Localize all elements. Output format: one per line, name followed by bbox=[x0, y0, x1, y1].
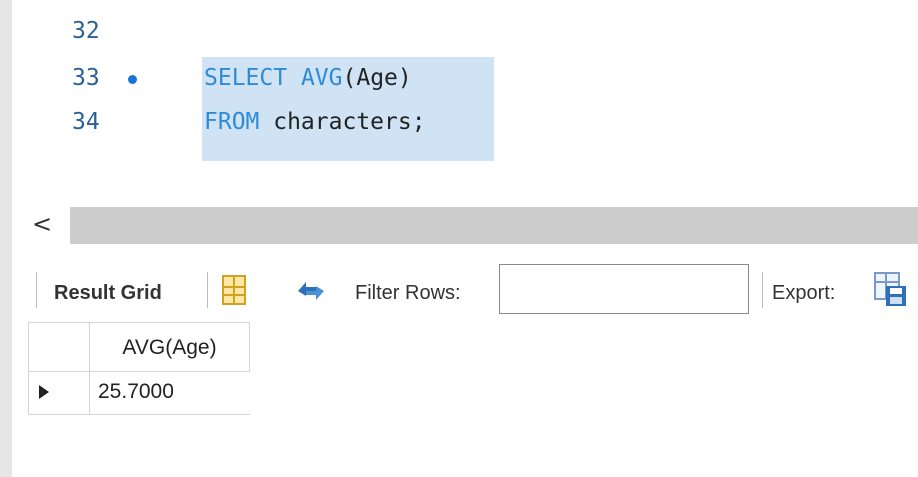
toolbar-separator bbox=[762, 272, 763, 308]
scroll-left-icon[interactable]: < bbox=[32, 210, 52, 238]
grid-icon[interactable] bbox=[222, 275, 246, 305]
filter-rows-label: Filter Rows: bbox=[355, 282, 461, 304]
toolbar-separator bbox=[36, 272, 37, 308]
current-row-icon bbox=[39, 385, 49, 399]
code-text: SELECT AVG(Age) bbox=[204, 65, 412, 91]
row-header[interactable] bbox=[28, 371, 90, 415]
table-cell[interactable]: 25.7000 bbox=[89, 371, 250, 415]
editor-line-33[interactable]: 33 SELECT AVG(Age) bbox=[12, 57, 918, 101]
sql-keyword: FROM bbox=[204, 109, 260, 135]
code-text: FROM characters; bbox=[204, 109, 426, 135]
horizontal-scrollbar[interactable]: < bbox=[12, 207, 918, 244]
result-toolbar: Result Grid Filter Rows: Export: bbox=[12, 262, 918, 320]
line-number: 32 bbox=[72, 18, 100, 44]
grid-corner-cell[interactable] bbox=[28, 322, 90, 372]
filter-rows-input[interactable] bbox=[499, 264, 749, 314]
result-grid-tab[interactable]: Result Grid bbox=[54, 282, 162, 305]
toolbar-separator bbox=[207, 272, 208, 308]
statement-marker-icon[interactable] bbox=[128, 75, 137, 84]
export-label: Export: bbox=[772, 282, 836, 304]
line-number: 34 bbox=[72, 109, 100, 135]
refresh-icon[interactable] bbox=[294, 276, 328, 306]
export-icon[interactable] bbox=[874, 272, 908, 308]
left-gutter bbox=[0, 0, 12, 477]
editor-line-32[interactable]: 32 bbox=[12, 10, 918, 54]
sql-editor[interactable]: 32 33 SELECT AVG(Age) 34 FROM characters… bbox=[12, 0, 918, 200]
line-number: 33 bbox=[72, 65, 100, 91]
sql-function: AVG bbox=[300, 65, 343, 91]
column-header[interactable]: AVG(Age) bbox=[89, 322, 250, 372]
scrollbar-track[interactable] bbox=[70, 207, 918, 244]
editor-line-34[interactable]: 34 FROM characters; bbox=[12, 101, 918, 161]
sql-keyword: SELECT bbox=[204, 65, 288, 91]
